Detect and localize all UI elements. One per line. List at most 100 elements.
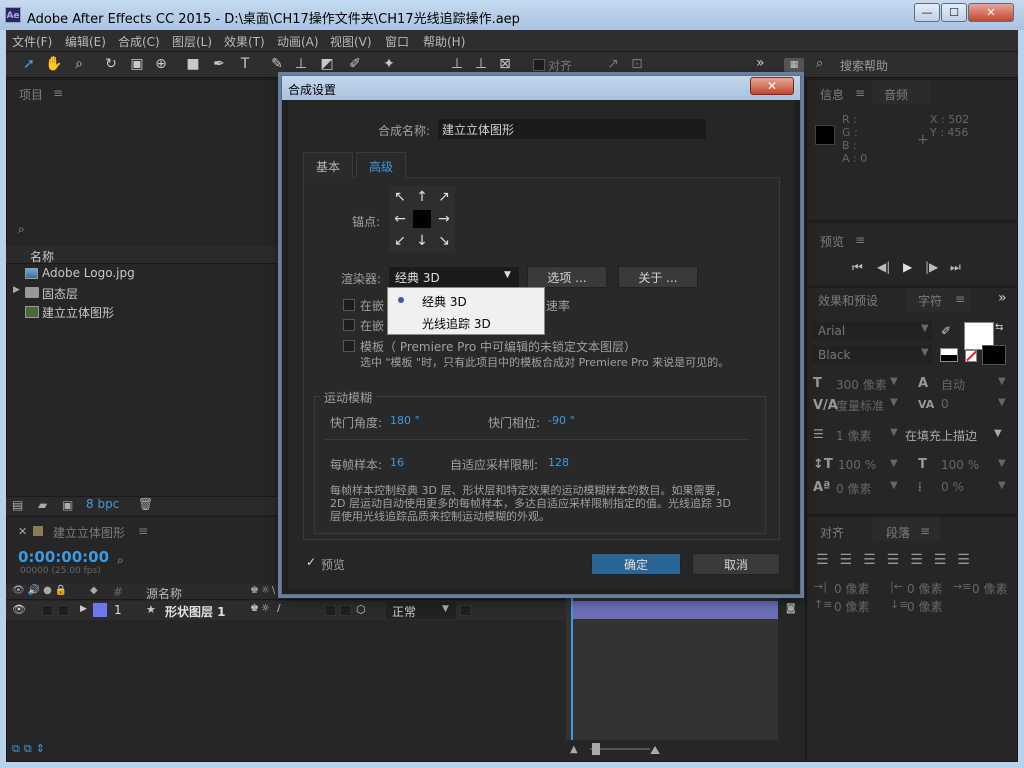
timecode-display[interactable]: 0:00:00:00 — [18, 548, 109, 566]
comp-marker-icon[interactable]: ◙ — [786, 603, 796, 614]
hand-tool-icon[interactable]: ✋ — [45, 55, 63, 73]
timeline-footer-icons[interactable]: ⧉⧉⇕ — [12, 742, 49, 756]
3d-layer-icon[interactable]: ⬡ — [356, 603, 366, 616]
baseline-shift-value[interactable]: 0 像素 — [836, 480, 871, 497]
expand-arrow-icon[interactable]: ▶ — [13, 285, 20, 295]
pen-tool-icon[interactable]: ✒ — [210, 55, 228, 73]
motion-blur-switch[interactable] — [325, 605, 336, 616]
trash-icon[interactable]: 🗑 — [138, 497, 153, 511]
close-tab-icon[interactable]: ✕ — [18, 525, 27, 538]
zoom-out-icon[interactable]: ▲ — [570, 744, 578, 755]
visibility-eye-icon[interactable]: 👁 — [12, 603, 26, 616]
font-family-select[interactable]: Arial — [812, 322, 932, 340]
align-checkbox[interactable] — [533, 59, 545, 71]
rotate-tool-icon[interactable]: ↻ — [102, 55, 120, 73]
close-window-button[interactable]: ✕ — [968, 3, 1014, 22]
prev-frame-button[interactable]: ◀| — [877, 260, 890, 274]
menu-window[interactable]: 窗口 — [385, 33, 409, 50]
space-after-value[interactable]: 0 像素 — [907, 598, 942, 615]
anchor-left-icon[interactable]: ← — [389, 208, 411, 230]
anchor-bottom-icon[interactable]: ↓ — [411, 230, 433, 252]
zoom-slider-handle[interactable] — [592, 743, 600, 755]
view-axis-icon[interactable]: ⊠ — [496, 55, 514, 73]
stroke-width-value[interactable]: 1 像素 — [836, 427, 871, 444]
zoom-in-icon[interactable]: ⛰ — [650, 743, 660, 758]
snap-grid-icon[interactable]: ⊡ — [628, 55, 646, 73]
tracking-value[interactable]: 0 — [941, 397, 949, 411]
renderer-option-raytraced-label[interactable]: 光线追踪 3D — [422, 315, 491, 332]
lock-switch[interactable] — [58, 605, 69, 616]
indent-right-value[interactable]: 0 像素 — [907, 580, 942, 597]
font-size-value[interactable]: 300 像素 — [836, 376, 887, 393]
adjustment-switch[interactable] — [340, 605, 351, 616]
preview-check-icon[interactable]: ✓ — [306, 555, 316, 569]
anchor-bottom-left-icon[interactable]: ↙ — [389, 230, 411, 252]
stroke-mode-select[interactable]: 在填充上描边 — [905, 427, 977, 444]
renderer-select[interactable]: 经典 3D — [389, 267, 519, 287]
layer-name[interactable]: 形状图层 1 — [165, 603, 226, 620]
panel-menu-icon[interactable]: ≡ — [920, 524, 930, 538]
maximize-button[interactable]: ☐ — [941, 3, 967, 22]
panel-more-button[interactable]: » — [998, 290, 1007, 306]
menu-help[interactable]: 帮助(H) — [423, 33, 465, 50]
indent-left-value[interactable]: 0 像素 — [834, 580, 869, 597]
menu-animation[interactable]: 动画(A) — [277, 33, 319, 50]
roto-brush-tool-icon[interactable]: ✐ — [346, 55, 364, 73]
layer-duration-bar[interactable] — [572, 601, 778, 619]
font-style-select[interactable]: Black — [812, 346, 932, 364]
renderer-option-classic-label[interactable]: 经典 3D — [422, 293, 467, 310]
project-item[interactable]: 建立立体图形 — [42, 304, 114, 321]
menu-layer[interactable]: 图层(L) — [172, 33, 212, 50]
anchor-top-icon[interactable]: ↑ — [411, 186, 433, 208]
layer-row[interactable] — [6, 601, 566, 620]
rectangle-tool-icon[interactable]: ■ — [184, 55, 202, 73]
project-name-column[interactable]: 名称 — [30, 248, 54, 265]
stroke-color-swatch[interactable] — [982, 345, 1006, 365]
zoom-tool-icon[interactable]: ⌕ — [70, 55, 88, 73]
menu-effect[interactable]: 效果(T) — [224, 33, 265, 50]
anchor-right-icon[interactable]: → — [433, 208, 455, 230]
solo-switch[interactable] — [42, 605, 53, 616]
last-frame-button[interactable]: ⏭ — [950, 260, 961, 275]
tab-advanced[interactable]: 高级 — [356, 152, 407, 178]
anchor-center[interactable] — [413, 210, 431, 228]
project-item[interactable]: Adobe Logo.jpg — [42, 266, 135, 280]
shutter-angle-value[interactable]: 180 ° — [390, 414, 420, 427]
project-search-icon[interactable]: ⌕ — [18, 222, 25, 237]
dialog-close-button[interactable]: ✕ — [750, 77, 794, 95]
puppet-tool-icon[interactable]: ✦ — [380, 55, 398, 73]
new-composition-icon[interactable]: ▣ — [62, 498, 73, 512]
no-color-icon[interactable] — [965, 350, 977, 362]
pan-behind-tool-icon[interactable]: ⊕ — [152, 55, 170, 73]
preview-title[interactable]: 预览 — [820, 233, 844, 250]
renderer-options-button[interactable]: 选项 ... — [527, 266, 607, 288]
minimize-button[interactable]: — — [914, 3, 940, 22]
panel-menu-icon[interactable]: ≡ — [53, 86, 63, 100]
ok-button[interactable]: 确定 — [591, 553, 681, 575]
next-frame-button[interactable]: |▶ — [925, 260, 938, 274]
first-frame-button[interactable]: ⏮ — [852, 260, 863, 275]
interpret-footage-icon[interactable]: ▤ — [12, 498, 23, 512]
template-checkbox[interactable] — [343, 340, 355, 352]
panel-menu-icon[interactable]: ≡ — [855, 86, 865, 100]
anchor-top-right-icon[interactable]: ↗ — [433, 186, 455, 208]
effects-presets-tab[interactable]: 效果和预设 — [818, 292, 878, 309]
brush-tool-icon[interactable]: ✎ — [268, 55, 286, 73]
paragraph-align-icons[interactable]: ☰☰☰☰☰☰☰ — [816, 552, 981, 568]
swap-colors-icon[interactable]: ⇆ — [995, 322, 1003, 333]
renderer-about-button[interactable]: 关于 ... — [618, 266, 698, 288]
timeline-search-icon[interactable]: ⌕ — [117, 553, 124, 568]
tab-basic[interactable]: 基本 — [303, 152, 354, 178]
toolbar-more-button[interactable]: » — [756, 55, 765, 71]
current-time-indicator[interactable] — [571, 598, 573, 740]
character-tab[interactable]: 字符 — [918, 292, 942, 309]
layer-switches[interactable]: ♚☼ / — [250, 603, 282, 614]
adaptive-sample-value[interactable]: 128 — [548, 456, 569, 469]
menu-composition[interactable]: 合成(C) — [118, 33, 160, 50]
project-item[interactable]: 固态层 — [42, 285, 78, 302]
panel-menu-icon[interactable]: ≡ — [855, 233, 865, 247]
timeline-comp-tab[interactable]: 建立立体图形 — [53, 524, 125, 541]
panel-menu-icon[interactable]: ≡ — [138, 524, 148, 538]
new-folder-icon[interactable]: ▰ — [38, 498, 47, 512]
nested-resolution-checkbox[interactable] — [343, 319, 355, 331]
